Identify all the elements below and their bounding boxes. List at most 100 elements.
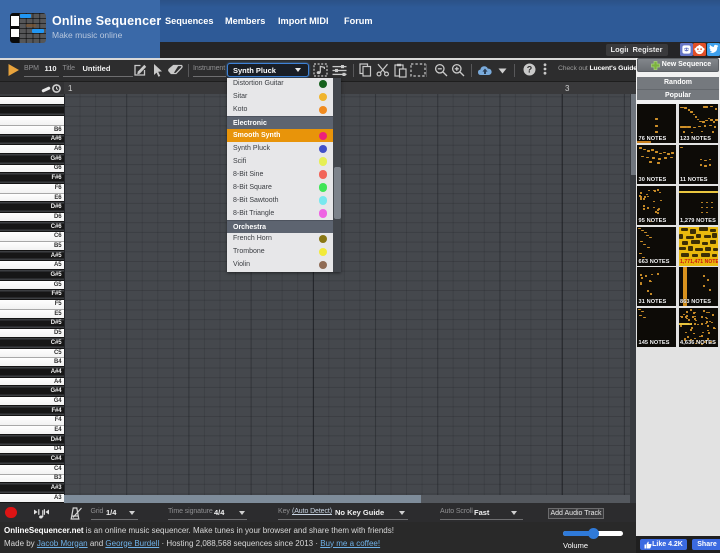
volume-slider[interactable]: [563, 531, 623, 536]
piano-key-b4[interactable]: B4: [0, 357, 64, 367]
logo-tab[interactable]: Online Sequencer Make music online: [0, 0, 160, 58]
time-signature-select[interactable]: 4/4: [214, 508, 224, 517]
piano-key-b6[interactable]: B6: [0, 125, 64, 135]
piano-key-e6[interactable]: E6: [0, 193, 64, 203]
draw-tool-icon[interactable]: [133, 63, 147, 77]
piano-key-e4[interactable]: E4: [0, 425, 64, 435]
cloud-save-icon[interactable]: [477, 64, 493, 76]
sequence-thumbnail[interactable]: 1,279 NOTES: [679, 186, 718, 225]
piano-key-fs4[interactable]: F#4: [0, 406, 64, 416]
note-grid[interactable]: [64, 94, 631, 504]
autoscroll-select[interactable]: Fast: [474, 508, 489, 517]
facebook-like-button[interactable]: Like 4.2K: [640, 539, 687, 550]
tab-random[interactable]: Random: [637, 77, 719, 88]
piano-key-gs6[interactable]: G#6: [0, 154, 64, 164]
piano-key-d6[interactable]: D6: [0, 212, 64, 222]
instrument-option-8-bit-sine[interactable]: 8-Bit Sine: [227, 168, 333, 181]
author-link[interactable]: George Burdell: [105, 539, 159, 548]
instrument-option-8-bit-sawtooth[interactable]: 8-Bit Sawtooth: [227, 194, 333, 207]
piano-key-g5[interactable]: G5: [0, 280, 64, 290]
author-link[interactable]: Jacob Morgan: [37, 539, 88, 548]
instrument-select[interactable]: Synth Pluck: [227, 63, 309, 77]
guide-banner[interactable]: Check out Lucent's Guide: [558, 65, 636, 72]
select-tool-icon[interactable]: [152, 63, 164, 78]
piano-key-ds6[interactable]: D#6: [0, 202, 64, 212]
eraser-icon[interactable]: [168, 64, 183, 76]
nav-sequences[interactable]: Sequences: [165, 0, 214, 42]
piano-key-as3[interactable]: A#3: [0, 483, 64, 493]
horizontal-scroll-thumb[interactable]: [64, 495, 421, 504]
instrument-option-8-bit-square[interactable]: 8-Bit Square: [227, 181, 333, 194]
piano-key-a3[interactable]: A3: [0, 493, 64, 503]
piano-key-g4[interactable]: G4: [0, 396, 64, 406]
instrument-option-french-horn[interactable]: French Horn: [227, 233, 333, 246]
coffee-link[interactable]: Buy me a coffee!: [320, 539, 380, 548]
piano-key-gs5[interactable]: G#5: [0, 270, 64, 280]
instrument-option-violin[interactable]: Violin: [227, 259, 333, 272]
piano-key-as6[interactable]: A#6: [0, 135, 64, 145]
piano-key-a5[interactable]: A5: [0, 260, 64, 270]
facebook-share-button[interactable]: Share: [692, 539, 720, 550]
piano-key-f5[interactable]: F5: [0, 299, 64, 309]
piano-key-as4[interactable]: A#4: [0, 367, 64, 377]
help-icon[interactable]: ?: [523, 63, 536, 76]
grid-select[interactable]: 1/4: [106, 508, 116, 517]
sequence-thumbnail[interactable]: 123 NOTES: [679, 104, 718, 143]
sequence-thumbnail[interactable]: 11 NOTES: [679, 145, 718, 184]
dropdown-scroll-thumb[interactable]: [334, 167, 341, 219]
instrument-option-smooth-synth[interactable]: Smooth Synth: [227, 129, 333, 142]
piano-key-b3[interactable]: B3: [0, 474, 64, 484]
piano-key-a6[interactable]: A6: [0, 144, 64, 154]
zoom-out-icon[interactable]: [434, 63, 448, 77]
snap-playhead-icon[interactable]: [33, 508, 50, 519]
dropdown-scrollbar[interactable]: [333, 78, 341, 272]
piano-key-b5[interactable]: B5: [0, 241, 64, 251]
instrument-option-sitar[interactable]: Sitar: [227, 90, 333, 103]
cut-icon[interactable]: [376, 63, 391, 77]
record-button[interactable]: [5, 507, 17, 519]
piano-key-cs4[interactable]: C#4: [0, 454, 64, 464]
nav-forum[interactable]: Forum: [344, 0, 373, 42]
piano-key-c4[interactable]: C4: [0, 464, 64, 474]
instrument-option-distortion-guitar[interactable]: Distortion Guitar: [227, 78, 333, 91]
piano-key-ds4[interactable]: D#4: [0, 435, 64, 445]
piano-key-gs4[interactable]: G#4: [0, 386, 64, 396]
sequence-thumbnail[interactable]: 76 NOTES: [637, 104, 676, 143]
reddit-icon[interactable]: [693, 43, 706, 56]
play-button[interactable]: [7, 63, 20, 77]
piano-key-cs6[interactable]: C#6: [0, 222, 64, 232]
instrument-option-8-bit-triangle[interactable]: 8-Bit Triangle: [227, 207, 333, 220]
piano-key-e5[interactable]: E5: [0, 309, 64, 319]
piano-key-c5[interactable]: C5: [0, 348, 64, 358]
sequence-thumbnail[interactable]: 663 NOTES: [637, 227, 676, 266]
sequence-thumbnail[interactable]: 4,636 NOTES: [679, 308, 718, 347]
register-button[interactable]: Register: [628, 44, 668, 57]
instrument-option-synth-pluck[interactable]: Synth Pluck: [227, 142, 333, 155]
new-sequence-button[interactable]: New Sequence: [637, 58, 719, 72]
piano-key-g6[interactable]: G6: [0, 164, 64, 174]
nav-members[interactable]: Members: [225, 0, 265, 42]
discord-icon[interactable]: [680, 43, 693, 56]
piano-key-fs6[interactable]: F#6: [0, 173, 64, 183]
sequence-thumbnail[interactable]: 1,771,471 NOTES: [679, 227, 718, 266]
piano-key-c6[interactable]: C6: [0, 231, 64, 241]
piano-key-d5[interactable]: D5: [0, 328, 64, 338]
sequence-thumbnail[interactable]: 31 NOTES: [637, 267, 676, 306]
copy-icon[interactable]: [359, 63, 372, 77]
twitter-icon[interactable]: [707, 43, 720, 56]
piano-key-ds5[interactable]: D#5: [0, 319, 64, 329]
piano-key[interactable]: [0, 105, 64, 115]
instrument-option-koto[interactable]: Koto: [227, 103, 333, 116]
select-instrument-notes-icon[interactable]: [313, 63, 328, 77]
sequence-thumbnail[interactable]: 30 NOTES: [637, 145, 676, 184]
piano-key-cs5[interactable]: C#5: [0, 338, 64, 348]
cloud-caret-icon[interactable]: [498, 68, 507, 74]
piano-key-as5[interactable]: A#5: [0, 251, 64, 261]
instrument-option-trombone[interactable]: Trombone: [227, 246, 333, 259]
sequence-thumbnail[interactable]: 863 NOTES: [679, 267, 718, 306]
selection-icon[interactable]: [410, 63, 426, 77]
add-audio-track-button[interactable]: Add Audio Track: [548, 508, 604, 520]
piano-key-fs5[interactable]: F#5: [0, 290, 64, 300]
instrument-option-scifi[interactable]: Scifi: [227, 155, 333, 168]
nav-import-midi[interactable]: Import MIDI: [278, 0, 329, 42]
